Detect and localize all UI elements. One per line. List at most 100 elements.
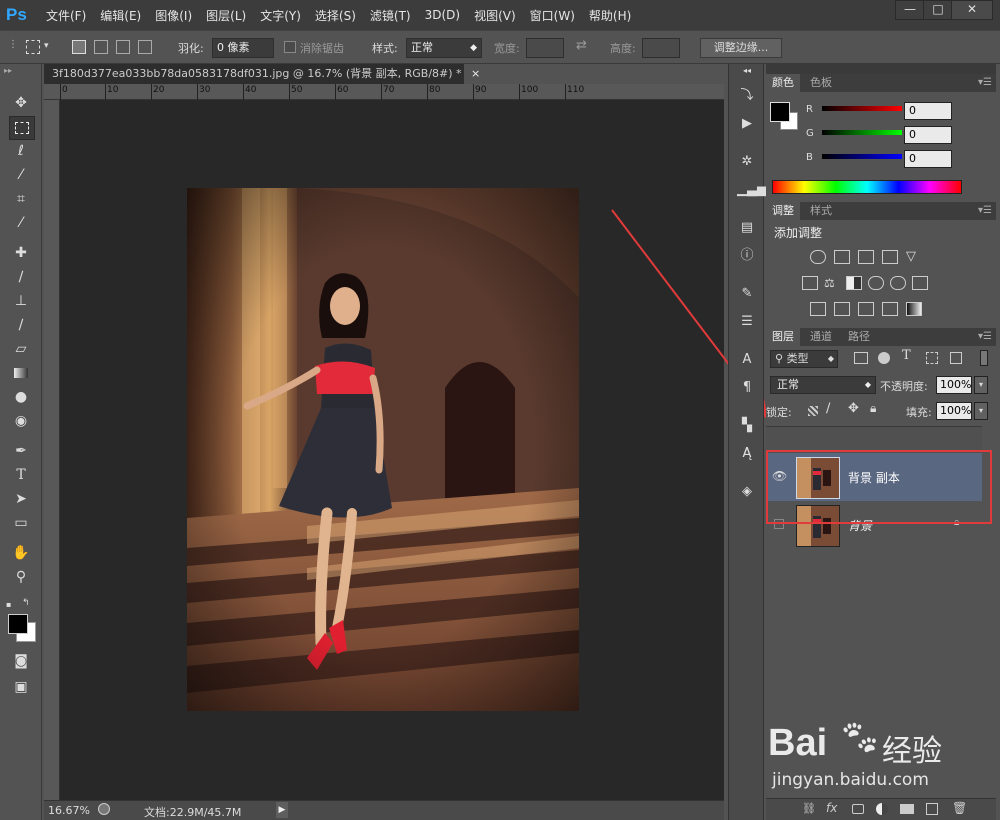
history-panel-icon[interactable]: ⤵ <box>737 86 757 106</box>
menu-image[interactable]: 图像(I) <box>155 7 192 24</box>
info-panel-icon[interactable]: ⓘ <box>737 246 757 266</box>
subtract-selection-icon[interactable] <box>116 40 130 54</box>
menu-view[interactable]: 视图(V) <box>474 7 516 24</box>
close-document-icon[interactable]: × <box>471 67 480 80</box>
rect-marquee-tool-icon[interactable] <box>9 116 35 140</box>
minimize-button[interactable]: — <box>895 0 925 20</box>
eyedropper-tool-icon[interactable]: ⁄ <box>9 212 33 234</box>
menu-select[interactable]: 选择(S) <box>315 7 356 24</box>
height-input[interactable] <box>642 38 680 58</box>
crop-tool-icon[interactable]: ⌗ <box>9 188 33 210</box>
lasso-tool-icon[interactable]: ℓ <box>9 140 33 162</box>
color-spectrum-bar[interactable] <box>772 180 962 194</box>
vertical-ruler[interactable] <box>44 100 60 800</box>
lock-all-icon[interactable]: 🔒︎ <box>870 401 876 416</box>
color-lookup-icon[interactable] <box>912 276 928 290</box>
menu-filter[interactable]: 滤镜(T) <box>370 7 411 24</box>
link-icon[interactable]: ⛓ <box>802 802 816 815</box>
new-selection-icon[interactable] <box>72 40 86 54</box>
intersect-selection-icon[interactable] <box>138 40 152 54</box>
character-panel-icon[interactable]: A <box>737 350 757 370</box>
histogram-panel-icon[interactable]: ▁▃▅ <box>737 180 767 200</box>
b-value-input[interactable]: 0 <box>904 150 952 168</box>
status-info-icon[interactable] <box>98 803 110 815</box>
type-tool-icon[interactable]: T <box>9 464 33 486</box>
selective-color-icon[interactable] <box>882 302 898 316</box>
g-slider[interactable] <box>822 130 902 135</box>
preset-dropdown-icon[interactable]: ▾ <box>44 41 49 51</box>
lock-position-icon[interactable]: ✥ <box>848 401 859 416</box>
marquee-preset-icon[interactable] <box>26 40 40 54</box>
move-tool-icon[interactable]: ✥ <box>9 92 33 114</box>
path-select-tool-icon[interactable]: ➤ <box>9 488 33 510</box>
filter-smart-object-icon[interactable] <box>950 352 962 364</box>
status-menu-arrow-icon[interactable]: ▶ <box>276 802 288 818</box>
zoom-level[interactable]: 16.67% <box>48 804 90 817</box>
brush-tool-icon[interactable]: ∕ <box>9 266 33 288</box>
style-select[interactable]: 正常 ◆ <box>406 38 482 58</box>
fill-slider-arrow-icon[interactable]: ▾ <box>974 402 988 420</box>
trash-icon[interactable]: 🗑︎ <box>952 801 967 815</box>
gradient-map-icon[interactable] <box>906 302 922 316</box>
zoom-tool-icon[interactable]: ⚲ <box>9 566 33 588</box>
color-fg-swatch[interactable] <box>770 102 790 122</box>
filter-toggle-switch[interactable] <box>980 350 988 366</box>
brush-panel-icon[interactable]: ☰ <box>737 312 757 332</box>
maximize-button[interactable]: □ <box>923 0 953 20</box>
screen-mode-icon[interactable]: ▣ <box>9 676 33 698</box>
feather-input[interactable]: 0 像素 <box>212 38 274 58</box>
clone-stamp-tool-icon[interactable]: ⊥ <box>9 290 33 312</box>
menu-window[interactable]: 窗口(W) <box>530 7 575 24</box>
swap-colors-icon[interactable]: ↰ <box>22 598 34 608</box>
width-input[interactable] <box>526 38 564 58</box>
paragraph-panel-icon[interactable]: ¶ <box>737 378 757 398</box>
posterize-icon[interactable] <box>834 302 850 316</box>
dodge-tool-icon[interactable]: ◉ <box>9 410 33 432</box>
dock-collapse-icon[interactable]: ◂◂ <box>737 66 757 76</box>
channel-mixer-icon[interactable] <box>890 276 906 290</box>
menu-file[interactable]: 文件(F) <box>46 7 86 24</box>
gradient-tool-icon[interactable] <box>9 362 33 384</box>
tab-paths[interactable]: 路径 <box>842 328 876 346</box>
character-styles-panel-icon[interactable]: Ą <box>737 444 757 464</box>
layer-filter-select[interactable]: ⚲ 类型 ◆ <box>770 350 838 368</box>
actions-panel-icon[interactable]: ▶ <box>737 114 757 134</box>
brush-presets-panel-icon[interactable]: ✎ <box>737 284 757 304</box>
exposure-icon[interactable] <box>882 250 898 264</box>
tab-swatches[interactable]: 色板 <box>804 74 838 92</box>
brightness-contrast-icon[interactable] <box>810 250 826 264</box>
foreground-color-swatch[interactable] <box>8 614 28 634</box>
rectangle-tool-icon[interactable]: ▭ <box>9 512 33 534</box>
color-panel-menu-icon[interactable]: ▾☰ <box>978 77 992 88</box>
invert-icon[interactable] <box>810 302 826 316</box>
levels-icon[interactable] <box>834 250 850 264</box>
tools-collapse-icon[interactable]: ▸▸ <box>4 66 38 75</box>
history-brush-tool-icon[interactable]: ∕ <box>9 314 33 336</box>
layers-panel-menu-icon[interactable]: ▾☰ <box>978 331 992 342</box>
opacity-input[interactable]: 100% <box>936 376 972 394</box>
filter-adjustment-icon[interactable] <box>878 352 890 364</box>
navigator-panel-icon[interactable]: ✲ <box>737 152 757 172</box>
tab-layers[interactable]: 图层 <box>766 328 800 346</box>
lock-pixels-icon[interactable]: ∕ <box>826 401 830 416</box>
document-photo[interactable] <box>187 188 579 711</box>
antialias-checkbox[interactable] <box>284 41 296 53</box>
quick-mask-icon[interactable]: ◙ <box>9 650 33 672</box>
adjustment-icon[interactable] <box>876 803 888 815</box>
g-value-input[interactable]: 0 <box>904 126 952 144</box>
photo-filter-icon[interactable] <box>868 276 884 290</box>
refine-edge-button[interactable]: 调整边缘... <box>700 38 782 58</box>
clone-source-panel-icon[interactable]: ▚ <box>737 416 757 436</box>
color-balance-icon[interactable]: ⚖ <box>824 276 840 290</box>
threshold-icon[interactable] <box>858 302 874 316</box>
mask-icon[interactable] <box>852 804 864 814</box>
menu-layer[interactable]: 图层(L) <box>206 7 246 24</box>
add-selection-icon[interactable] <box>94 40 108 54</box>
hue-saturation-icon[interactable] <box>802 276 818 290</box>
curves-icon[interactable] <box>858 250 874 264</box>
fill-input[interactable]: 100% <box>936 402 972 420</box>
menu-help[interactable]: 帮助(H) <box>589 7 631 24</box>
close-window-button[interactable]: ✕ <box>951 0 993 20</box>
quick-select-tool-icon[interactable]: ⁄ <box>9 164 33 186</box>
healing-brush-tool-icon[interactable]: ✚ <box>9 242 33 264</box>
